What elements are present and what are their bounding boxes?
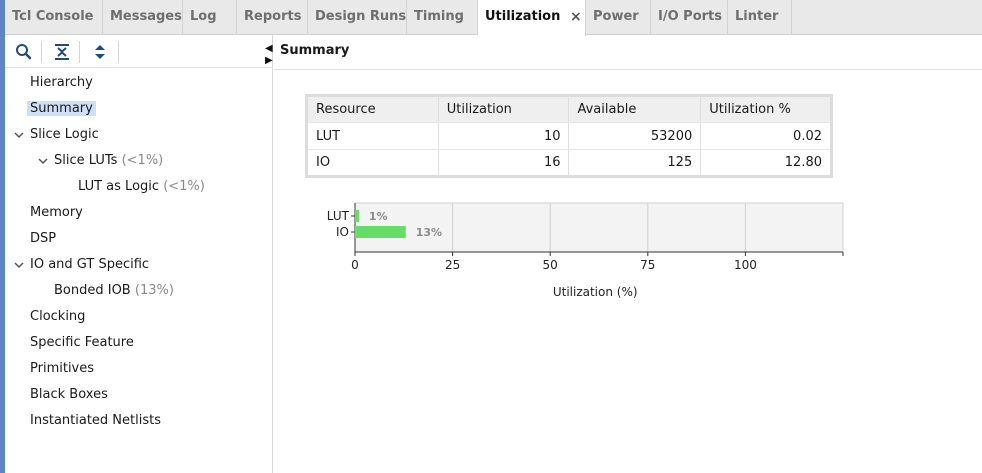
tab-bar: Tcl Console Messages Log Reports Design … [5,0,982,36]
table-header-row: Resource Utilization Available Utilizati… [306,95,832,123]
tab-label: Timing [414,9,464,24]
utilization-table: Resource Utilization Available Utilizati… [305,94,833,178]
tab-messages[interactable]: Messages [103,0,183,35]
tree-item-label: Clocking [30,309,86,324]
tree-item-io-and-gt-specific[interactable]: IO and GT Specific [30,254,149,276]
tree-item-label: DSP [30,231,57,246]
table-cell: 53200 [568,122,702,150]
tree-item-label: IO and GT Specific [30,257,150,272]
tree-item-specific-feature[interactable]: Specific Feature [30,332,134,354]
tab-label: I/O Ports [658,9,722,24]
tree-item-label: Memory [30,205,83,220]
tab-power[interactable]: Power [586,0,651,35]
tab-linter[interactable]: Linter [728,0,792,35]
tab-label: Design Runs [315,9,407,24]
column-header-utilization-percent[interactable]: Utilization % [700,95,832,123]
x-axis-title: Utilization (%) [553,285,638,299]
tab-design-runs[interactable]: Design Runs [308,0,407,35]
panel-collapse-arrows-icon[interactable]: ◀ ▶ [265,43,273,67]
chevron-down-icon[interactable] [14,124,24,146]
tree-item-slice-luts[interactable]: Slice LUTs (<1%) [54,150,163,172]
tab-label: Messages [110,9,182,24]
tree-item-bonded-iob[interactable]: Bonded IOB (13%) [54,280,174,302]
tree-item-label: LUT as Logic [78,179,160,194]
table-cell: IO [306,149,439,177]
tree-item-label: Black Boxes [30,387,108,402]
tree-item-hierarchy[interactable]: Hierarchy [30,72,93,94]
tab-label: Reports [244,9,302,24]
x-tick-label: 100 [734,258,757,272]
tree-item-percent: (13%) [134,283,174,298]
bar [355,210,359,222]
toolbar-separator [79,41,80,63]
table-cell: 125 [568,149,702,177]
tree-panel: ◀ ▶ Hierarchy Summary Slice Logic Slice L… [5,35,273,473]
tab-io-ports[interactable]: I/O Ports [651,0,728,35]
table-cell: LUT [306,122,439,150]
data-label: 13% [416,226,442,239]
tab-tcl-console[interactable]: Tcl Console [5,0,103,35]
tree-item-primitives[interactable]: Primitives [30,358,94,380]
close-icon[interactable]: × [570,0,582,35]
table-cell: 0.02 [700,122,832,150]
tree-item-label: Primitives [30,361,95,376]
table-cell: 10 [438,122,570,150]
page-title: Summary [280,43,350,58]
search-icon[interactable] [14,42,34,62]
toolbar-separator [41,41,42,63]
tree-item-label: Instantiated Netlists [30,413,161,428]
tab-label: Log [190,9,217,24]
utilization-bar-chart: 0 25 50 75 100 LUT 1% IO 13% Utilization (%) [327,202,844,299]
column-header-available[interactable]: Available [568,95,702,123]
tree-item-black-boxes[interactable]: Black Boxes [30,384,108,406]
x-tick-label: 50 [543,258,558,272]
x-tick-label: 25 [445,258,460,272]
collapse-all-icon[interactable] [52,42,72,62]
tree-item-label: Slice LUTs [54,153,118,168]
tree-item-percent: (<1%) [163,179,205,194]
tree-item-label: Slice Logic [30,127,99,142]
bar [355,226,406,238]
tab-log[interactable]: Log [183,0,237,35]
tree-item-memory[interactable]: Memory [30,202,83,224]
y-tick-label: IO [336,225,349,239]
tree-item-clocking[interactable]: Clocking [30,306,85,328]
table-row[interactable]: IO 16 125 12.80 [306,149,832,177]
table-cell: 12.80 [700,149,832,177]
x-tick-label: 75 [640,258,655,272]
chevron-down-icon[interactable] [14,254,24,276]
column-header-utilization[interactable]: Utilization [438,95,570,123]
tree-item-instantiated-netlists[interactable]: Instantiated Netlists [30,410,161,432]
table-cell: 16 [438,149,570,177]
tree-item-label: Hierarchy [30,75,93,90]
tree-item-slice-logic[interactable]: Slice Logic [30,124,99,146]
tab-label: Utilization [485,9,561,24]
tree-item-lut-as-logic[interactable]: LUT as Logic (<1%) [78,176,205,198]
tab-utilization[interactable]: Utilization × [478,0,586,36]
data-label: 1% [369,210,388,223]
tab-label: Power [593,9,639,24]
tree-item-percent: (<1%) [121,153,164,168]
x-tick-label: 0 [351,258,359,272]
expand-all-icon[interactable] [90,42,110,62]
y-tick-label: LUT [327,209,350,223]
tab-label: Tcl Console [12,9,94,24]
tree-toolbar: ◀ ▶ [5,35,273,68]
tab-label: Linter [735,9,779,24]
divider [274,69,982,70]
tree-item-label: Specific Feature [30,335,134,350]
tree-item-label: Summary [27,101,96,116]
column-header-resource[interactable]: Resource [306,95,439,123]
table-row[interactable]: LUT 10 53200 0.02 [306,122,832,150]
toolbar-separator [118,41,119,63]
tree-item-label: Bonded IOB [54,283,131,298]
tree-item-dsp[interactable]: DSP [30,228,56,250]
tab-reports[interactable]: Reports [237,0,308,35]
tree-item-summary[interactable]: Summary [27,98,96,120]
tab-timing[interactable]: Timing [407,0,478,35]
chevron-down-icon[interactable] [38,150,48,172]
